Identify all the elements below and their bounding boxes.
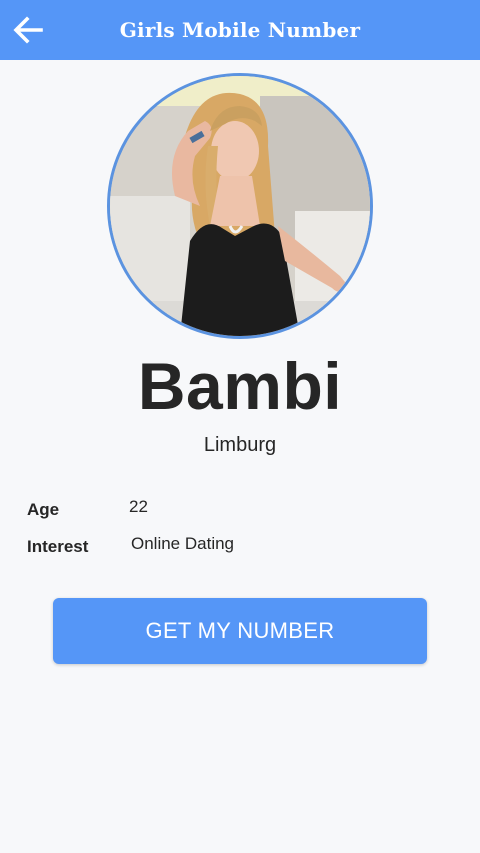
interest-label: Interest [27, 537, 89, 556]
age-label: Age [27, 500, 60, 519]
app-title: Girls Mobile Number [119, 18, 361, 42]
app-bar: Girls Mobile Number [0, 0, 480, 60]
profile-name: Bambi [137, 349, 343, 423]
profile-photo [107, 73, 373, 339]
get-my-number-button[interactable]: GET MY NUMBER [53, 598, 427, 664]
interest-value: Online Dating [131, 534, 235, 553]
profile-location: Limburg [203, 434, 277, 456]
age-value: 22 [129, 497, 148, 516]
